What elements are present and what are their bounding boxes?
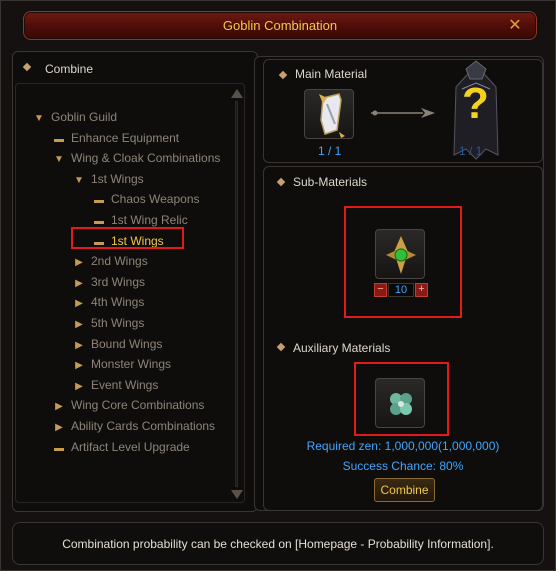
collapsed-arrow-icon: ▶ (55, 401, 63, 413)
tree-item-label: Goblin Guild (51, 110, 118, 124)
scroll-track[interactable] (235, 101, 238, 487)
tree-item[interactable]: ▶ 5th Wings (73, 316, 144, 330)
tree-item[interactable]: ▬ Artifact Level Upgrade (53, 440, 190, 454)
window-title: Goblin Combination (222, 18, 338, 33)
tree-item-label: Chaos Weapons (111, 192, 200, 207)
tree-item[interactable]: ▶ 4th Wings (73, 295, 144, 309)
scroll-down-arrow-icon[interactable] (231, 490, 243, 499)
main-material-header: Main Material (295, 67, 368, 81)
jewel-item-icon (386, 236, 416, 274)
increase-button[interactable]: + (415, 283, 428, 297)
tree-item[interactable]: ▶ Wing Core Combinations (53, 398, 204, 412)
sub-materials-header: Sub-Materials (293, 175, 368, 189)
leaf-dash-icon: ▬ (94, 216, 104, 227)
expanded-arrow-icon: ▼ (74, 174, 84, 186)
wing-item-icon (319, 93, 345, 138)
combine-header: Combine (45, 62, 94, 76)
main-material-count: 1 / 1 (318, 144, 342, 158)
unknown-result-symbol: ? (462, 79, 489, 128)
tree-item[interactable]: ▼ 1st Wings (73, 172, 144, 186)
arrow-right-icon (371, 108, 435, 118)
collapsed-arrow-icon: ▶ (75, 298, 83, 310)
main-material-slot[interactable] (304, 89, 354, 139)
tree-item[interactable]: ▬ Chaos Weapons (93, 192, 200, 206)
result-count: 1 / 1 (459, 144, 483, 158)
tree-item[interactable]: ▶ Monster Wings (73, 357, 171, 371)
footer-bar: Combination probability can be checked o… (12, 522, 544, 565)
leaf-dash-icon: ▬ (54, 133, 64, 145)
collapsed-arrow-icon: ▶ (75, 277, 83, 289)
close-icon[interactable]: ✕ (506, 17, 524, 35)
auxiliary-material-slot[interactable] (375, 378, 425, 428)
tree-item[interactable]: ▶ 3rd Wings (73, 275, 145, 289)
tree-item-label: 5th Wings (91, 316, 145, 330)
title-bar: Goblin Combination ✕ (23, 11, 537, 40)
tree-scrollbar[interactable] (230, 89, 244, 499)
quantity-value[interactable]: 10 (388, 283, 414, 297)
leaf-dash-icon: ▬ (54, 442, 64, 454)
tree-item-label: Artifact Level Upgrade (71, 439, 190, 454)
tree-item[interactable]: ▬ Enhance Equipment (53, 131, 179, 145)
expanded-arrow-icon: ▼ (34, 113, 44, 124)
collapsed-arrow-icon: ▶ (75, 360, 83, 372)
sub-material-quantity-stepper: − 10 + (374, 283, 428, 299)
tree-item-label: Monster Wings (91, 357, 172, 372)
tree-item[interactable]: ▶ 2nd Wings (73, 254, 148, 268)
goblin-combination-window: Goblin Combination ✕ Combine ▼ Goblin Gui… (0, 0, 556, 571)
collapsed-arrow-icon: ▶ (75, 257, 83, 269)
combine-button[interactable]: Combine (374, 478, 435, 502)
tree-item-label: Wing & Cloak Combinations (71, 151, 221, 166)
collapsed-arrow-icon: ▶ (75, 319, 83, 330)
tree-item[interactable]: ▶ Bound Wings (73, 337, 162, 351)
tree-item-label: Bound Wings (91, 336, 163, 351)
clover-charm-icon (390, 393, 412, 415)
tree-item-label: Wing Core Combinations (71, 398, 205, 413)
tree-item[interactable]: ▶ Event Wings (73, 378, 158, 392)
selected-item-highlight (71, 227, 184, 249)
leaf-dash-icon: ▬ (94, 195, 104, 207)
expanded-arrow-icon: ▼ (54, 154, 64, 166)
decrease-button[interactable]: − (374, 283, 387, 297)
tree-item-label: 2nd Wings (91, 254, 148, 269)
collapsed-arrow-icon: ▶ (75, 380, 83, 392)
auxiliary-materials-header: Auxiliary Materials (293, 341, 391, 355)
tree-item-label: Event Wings (91, 377, 159, 392)
collapsed-arrow-icon: ▶ (55, 422, 63, 433)
tree-item[interactable]: ▼ Wing & Cloak Combinations (53, 151, 220, 165)
collapsed-arrow-icon: ▶ (75, 339, 83, 351)
tree-item-label: Ability Cards Combinations (71, 419, 216, 433)
tree-item[interactable]: ▼ Goblin Guild (33, 110, 117, 124)
tree-item-label: 3rd Wings (91, 274, 146, 289)
scroll-up-arrow-icon[interactable] (231, 89, 243, 98)
sub-material-slot[interactable] (375, 229, 425, 279)
tree-item[interactable]: ▬ 1st Wing Relic (93, 213, 188, 227)
tree-item[interactable]: ▶ Ability Cards Combinations (53, 419, 215, 433)
tree-item-label: 1st Wing Relic (111, 213, 188, 227)
tree-item-label: 4th Wings (91, 295, 145, 310)
result-item-slot[interactable]: ? 1 / 1 (448, 59, 504, 163)
required-zen: Required zen: 1,000,000(1,000,000) (306, 439, 500, 453)
tree-item-label: 1st Wings (91, 171, 144, 186)
probability-info-text: Combination probability can be checked o… (62, 537, 494, 551)
success-chance: Success Chance: 80% (342, 459, 464, 473)
tree-item-label: Enhance Equipment (71, 130, 180, 145)
